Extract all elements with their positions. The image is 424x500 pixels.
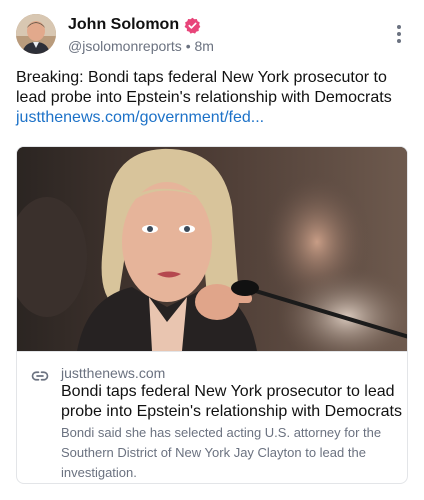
link-preview-card[interactable]: justthenews.com Bondi taps federal New Y… (16, 146, 408, 484)
more-vertical-icon[interactable] (396, 24, 402, 44)
name-row: John Solomon (68, 16, 201, 34)
post-meta: @jsolomonreports • 8m (68, 37, 214, 55)
post-time[interactable]: 8m (195, 38, 214, 54)
post-text: Breaking: Bondi taps federal New York pr… (16, 69, 392, 106)
link-icon (31, 367, 49, 385)
post-header: John Solomon @jsolomonreports • 8m (16, 14, 408, 58)
card-title: Bondi taps federal New York prosecutor t… (61, 383, 402, 420)
post-link[interactable]: justthenews.com/government/fed... (16, 108, 408, 128)
card-image[interactable] (17, 147, 407, 367)
post-body: Breaking: Bondi taps federal New York pr… (16, 68, 408, 128)
display-name[interactable]: John Solomon (68, 16, 179, 34)
card-domain: justthenews.com (61, 365, 166, 381)
meta-separator: • (185, 38, 191, 54)
verified-badge-icon (184, 17, 201, 34)
card-description: Bondi said she has selected acting U.S. … (61, 425, 382, 480)
card-body[interactable]: justthenews.com Bondi taps federal New Y… (17, 351, 407, 483)
avatar[interactable] (16, 14, 56, 54)
author-handle[interactable]: @jsolomonreports (68, 38, 182, 54)
